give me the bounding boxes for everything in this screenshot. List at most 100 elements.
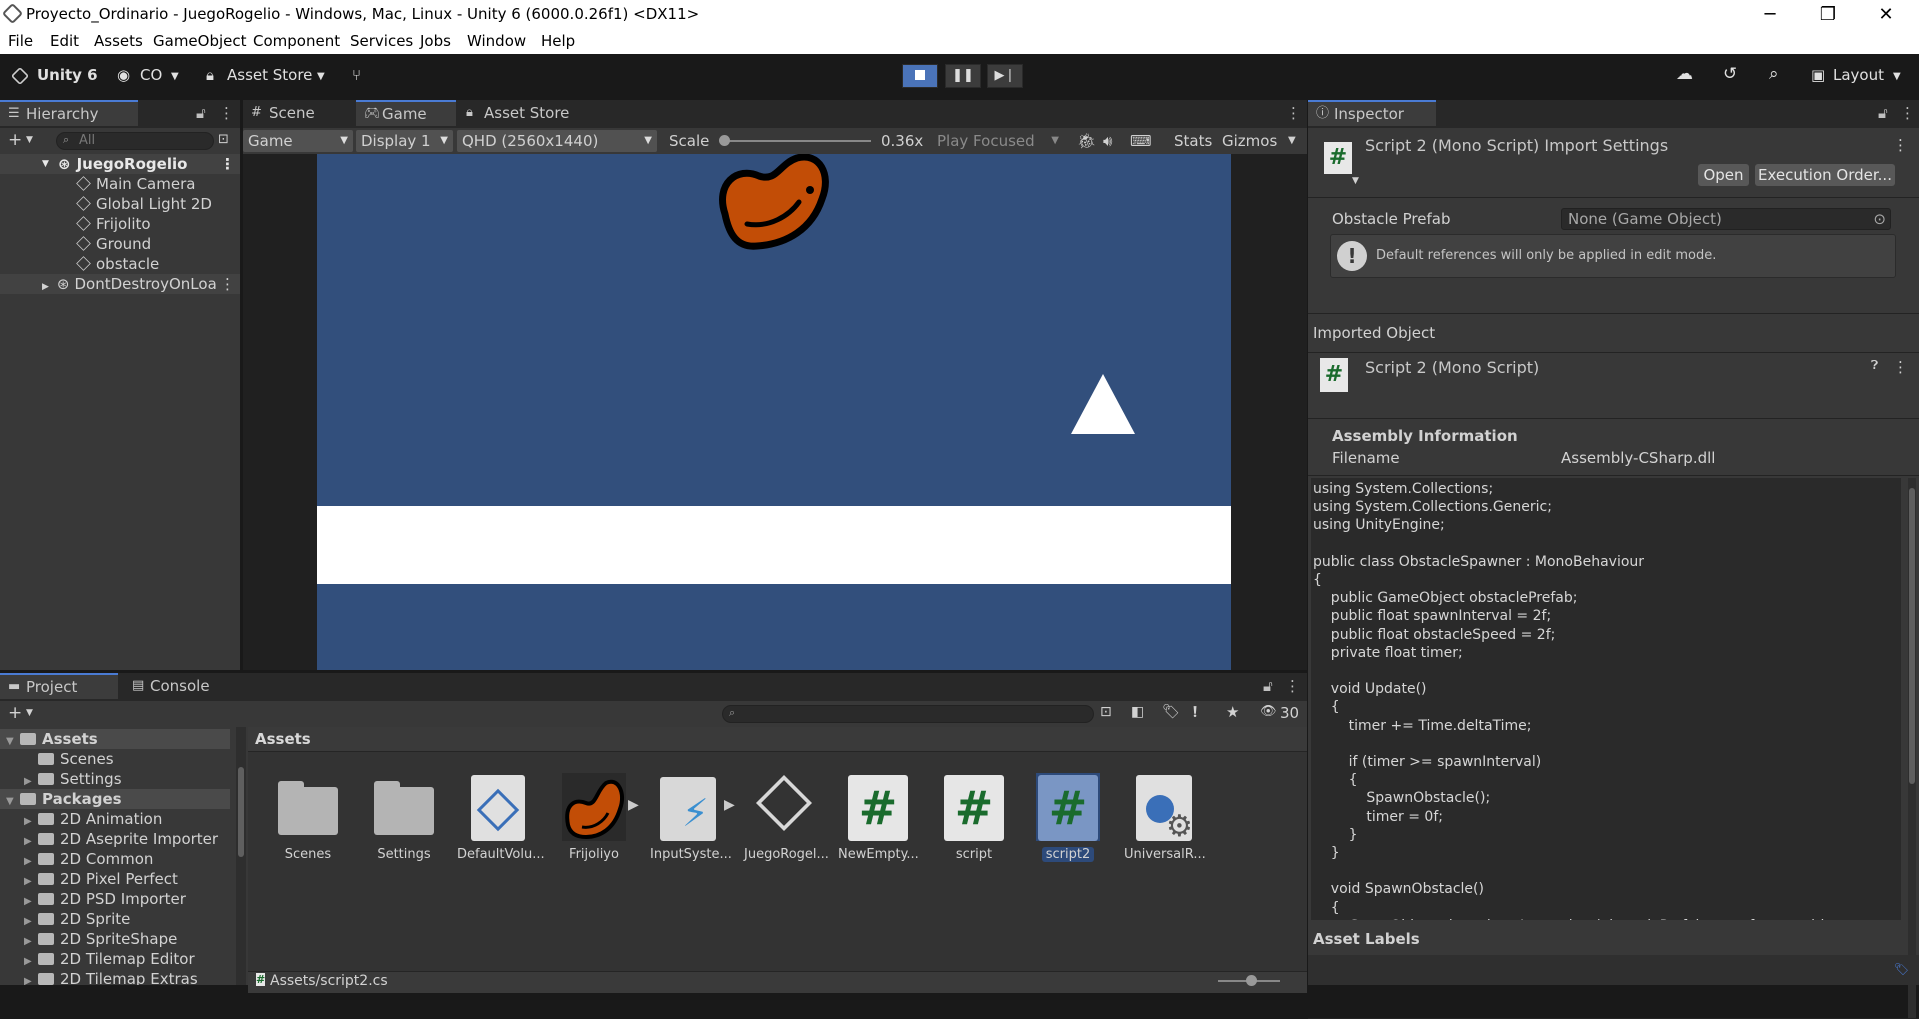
project-tree-item[interactable]: Scenes — [24, 749, 236, 769]
play-button[interactable] — [902, 64, 938, 88]
project-tree-item[interactable]: ▶ 2D Pixel Perfect — [24, 869, 236, 889]
asset-item[interactable]: Scenes — [268, 773, 348, 862]
resolution-dropdown[interactable]: QHD (2560x1440) ▼ — [457, 130, 657, 152]
open-button[interactable]: Open — [1698, 164, 1749, 186]
object-picker-icon[interactable]: ⊙ — [1873, 209, 1886, 229]
minimize-button[interactable]: ─ — [1742, 2, 1798, 27]
asset-item[interactable]: Settings — [364, 773, 444, 862]
tab-game[interactable]: 🎮︎ Game — [356, 100, 456, 126]
search-options-icon[interactable]: ⊡ — [218, 132, 229, 147]
chevron-right-icon[interactable]: ▶ — [24, 972, 38, 985]
maximize-button[interactable]: ❐ — [1800, 2, 1856, 27]
tab-scene[interactable]: # Scene — [243, 100, 353, 126]
more-options-icon[interactable]: ⋮ — [1286, 104, 1301, 122]
account-icon[interactable]: ◉ — [117, 66, 130, 84]
layout-dropdown[interactable]: Layout — [1833, 66, 1884, 84]
asset-item[interactable]: # script2 — [1028, 773, 1108, 862]
hidden-eye-icon[interactable]: 👁︎ — [1260, 704, 1277, 719]
step-button[interactable]: ▶❘ — [987, 64, 1023, 88]
cloud-icon[interactable]: ☁ — [1676, 64, 1693, 84]
hierarchy-item-global-light[interactable]: Global Light 2D — [0, 194, 240, 214]
play-focused-dropdown[interactable]: Play Focused ▼ — [932, 130, 1064, 152]
execution-order-button[interactable]: Execution Order... — [1755, 164, 1895, 186]
bug-icon[interactable]: 🐞︎ — [1072, 130, 1096, 152]
lock-icon[interactable]: 🔓︎ — [1263, 677, 1273, 695]
filter-type-icon[interactable]: ◧ — [1131, 704, 1144, 720]
more-options-icon[interactable]: ⋮ — [220, 274, 235, 294]
asset-item[interactable]: # NewEmpty... — [838, 773, 919, 862]
hierarchy-scene-row[interactable]: ▼ ⊛ JuegoRogelio ⋮ — [0, 154, 240, 174]
icon-size-slider[interactable] — [1218, 975, 1280, 986]
asset-item[interactable]: DefaultVolu... — [457, 773, 545, 862]
project-tree-item[interactable]: ▼ Packages — [0, 789, 230, 809]
project-tree-item[interactable]: ▶ 2D Aseprite Importer — [24, 829, 236, 849]
project-tree-item[interactable]: ▶ 2D SpriteShape — [24, 929, 236, 949]
add-icon[interactable]: + — [8, 703, 22, 723]
hierarchy-item-obstacle[interactable]: obstacle — [0, 254, 240, 274]
menu-window[interactable]: Window — [467, 32, 526, 50]
asset-item[interactable]: JuegoRogel... — [744, 773, 829, 862]
account-dropdown[interactable]: CO — [140, 66, 162, 84]
menu-component[interactable]: Component — [253, 32, 340, 50]
history-icon[interactable]: ↺ — [1723, 64, 1737, 84]
project-tree-item[interactable]: ▶ 2D Common — [24, 849, 236, 869]
code-scrollbar[interactable] — [1908, 478, 1916, 1018]
add-icon[interactable]: + — [8, 130, 22, 150]
tag-icon[interactable]: 🏷︎ — [1894, 962, 1909, 976]
project-tree-item[interactable]: ▶ 2D Animation — [24, 809, 236, 829]
more-options-icon[interactable]: ⋮ — [1900, 104, 1915, 122]
tab-project[interactable]: ▬ Project — [0, 673, 118, 699]
lock-icon[interactable]: 🔓︎ — [1878, 104, 1888, 122]
icon-size-slider-handle[interactable] — [1246, 975, 1257, 986]
menu-services[interactable]: Services — [350, 32, 413, 50]
menu-gameobject[interactable]: GameObject — [153, 32, 247, 50]
project-tree-item[interactable]: ▶ 2D Sprite — [24, 909, 236, 929]
game-mode-dropdown[interactable]: Game ▼ — [243, 130, 353, 152]
obstacle-prefab-field[interactable]: None (Game Object) ⊙ — [1561, 208, 1891, 230]
tab-inspector[interactable]: ⓘ Inspector — [1308, 100, 1436, 126]
version-control-icon[interactable]: ⑂ — [352, 66, 361, 84]
tab-asset-store[interactable]: 🔒︎ Asset Store — [458, 100, 578, 126]
asset-item[interactable]: ⚡ ▶ InputSyste... — [650, 773, 735, 862]
keyboard-icon[interactable]: ⌨ — [1125, 130, 1152, 152]
hierarchy-item-frijolito[interactable]: Frijolito — [0, 214, 240, 234]
gizmos-button[interactable]: Gizmos — [1217, 130, 1277, 152]
scale-slider[interactable] — [719, 135, 871, 146]
project-tree-item[interactable]: ▶ 2D Tilemap Extras — [24, 969, 236, 985]
audio-icon[interactable]: 🔊︎ — [1098, 130, 1112, 152]
hierarchy-search-input[interactable]: ⌕ All — [56, 132, 214, 150]
chevron-down-icon[interactable]: ▼ — [6, 792, 20, 812]
filter-label-icon[interactable]: 🏷︎ — [1162, 704, 1180, 720]
hierarchy-dontdestroy-row[interactable]: ▶ ⊛ DontDestroyOnLoa ⋮ — [0, 274, 240, 294]
more-options-icon[interactable]: ⋮ — [1285, 677, 1300, 695]
chevron-down-icon[interactable]: ▼ — [26, 135, 33, 145]
display-dropdown[interactable]: Display 1 ▼ — [356, 130, 453, 152]
asset-item[interactable]: ⚙ UniversalR... — [1124, 773, 1206, 862]
breadcrumb-assets[interactable]: Assets — [255, 730, 311, 748]
stats-button[interactable]: Stats — [1169, 130, 1212, 152]
menu-file[interactable]: File — [8, 32, 33, 50]
favorite-star-icon[interactable]: ★ — [1226, 703, 1239, 721]
hierarchy-item-main-camera[interactable]: Main Camera — [0, 174, 240, 194]
game-viewport[interactable] — [317, 154, 1231, 670]
chevron-down-icon[interactable]: ▼ — [26, 708, 33, 718]
menu-assets[interactable]: Assets — [94, 32, 143, 50]
chevron-down-icon[interactable]: ▼ — [6, 732, 20, 752]
project-tree-item[interactable]: ▼ Assets — [0, 729, 230, 749]
close-button[interactable]: ✕ — [1858, 2, 1914, 27]
search-icon[interactable]: ⌕ — [1769, 64, 1779, 84]
asset-item[interactable]: ▶ Frijoliyo — [554, 773, 639, 862]
project-tree-item[interactable]: ▶ 2D Tilemap Editor — [24, 949, 236, 969]
pause-button[interactable]: ❚❚ — [945, 64, 981, 88]
chevron-down-icon[interactable]: ▼ — [1283, 130, 1296, 152]
tab-console[interactable]: ▤ Console — [124, 673, 234, 699]
scale-slider-handle[interactable] — [719, 135, 730, 146]
menu-edit[interactable]: Edit — [50, 32, 79, 50]
filter-warning-icon[interactable]: ❗︎ — [1193, 703, 1197, 721]
hierarchy-item-ground[interactable]: Ground — [0, 234, 240, 254]
tab-hierarchy[interactable]: ☰ Hierarchy — [0, 100, 138, 126]
menu-jobs[interactable]: Jobs — [420, 32, 451, 50]
project-tree-item[interactable]: ▶ 2D PSD Importer — [24, 889, 236, 909]
chevron-down-icon[interactable]: ▼ — [1352, 176, 1359, 186]
asset-item[interactable]: # script — [934, 773, 1014, 862]
